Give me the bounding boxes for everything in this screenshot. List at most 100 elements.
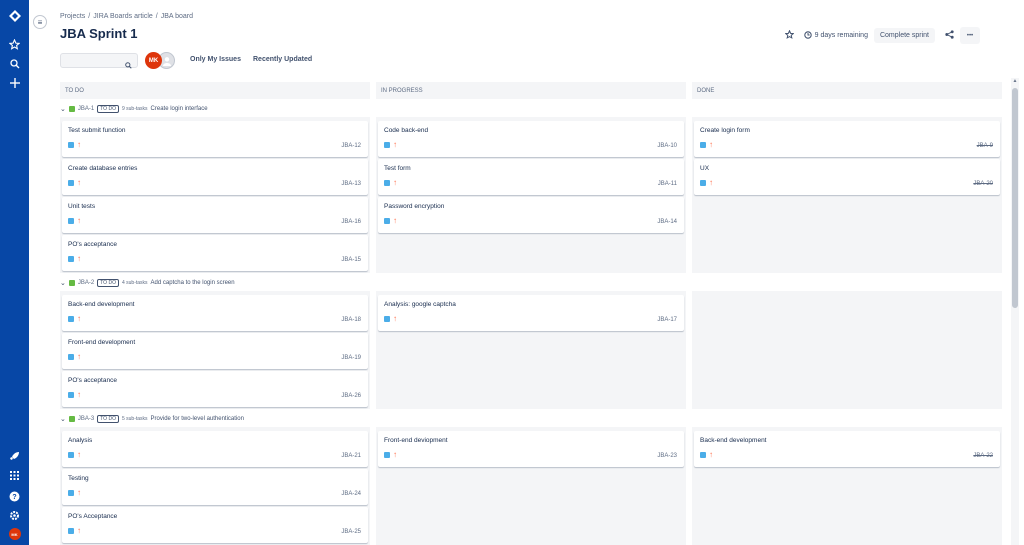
issue-card[interactable]: Code back-end ↑ JBA-10: [378, 121, 684, 157]
card-key[interactable]: JBA-17: [657, 317, 677, 323]
status-lozenge: TO DO: [97, 415, 119, 423]
subtask-icon: [384, 316, 390, 322]
card-key[interactable]: JBA-10: [657, 143, 677, 149]
story-icon: [68, 106, 75, 112]
more-actions-button[interactable]: •••: [960, 27, 980, 44]
card-key[interactable]: JBA-19: [341, 355, 361, 361]
chevron-down-icon[interactable]: ⌄: [60, 105, 66, 113]
subtask-icon: [68, 180, 74, 186]
card-title: PO's acceptance: [68, 241, 117, 248]
share-icon[interactable]: [945, 30, 954, 41]
issue-card[interactable]: Create database entries ↑ JBA-13: [62, 159, 368, 195]
recently-updated-filter[interactable]: Recently Updated: [253, 56, 312, 63]
swimlane-header[interactable]: ⌄ JBA-1 TO DO 9 sub-tasks Create login i…: [60, 105, 208, 113]
subtask-icon: [68, 256, 74, 262]
subtask-count: 5 sub-tasks: [121, 416, 148, 422]
settings-gear-icon[interactable]: [0, 510, 29, 521]
only-my-issues-filter[interactable]: Only My Issues: [190, 56, 241, 63]
assignee-avatar-mk[interactable]: MK: [145, 52, 162, 69]
breadcrumb-board[interactable]: JBA board: [161, 13, 193, 20]
issue-card[interactable]: Back-end development ↑ JBA-22: [694, 431, 1000, 467]
svg-text:?: ?: [12, 494, 16, 501]
search-icon[interactable]: [0, 59, 29, 69]
subtask-icon: [700, 180, 706, 186]
swimlane-header[interactable]: ⌄ JBA-3 TO DO 5 sub-tasks Provide for tw…: [60, 415, 244, 423]
swimlane-summary: Add captcha to the login screen: [150, 280, 235, 286]
card-key[interactable]: JBA-15: [341, 257, 361, 263]
swimlane-key[interactable]: JBA-2: [78, 280, 94, 286]
priority-arrow-up-icon: ↑: [77, 488, 81, 497]
help-icon[interactable]: ?: [0, 491, 29, 502]
issue-card[interactable]: Analysis ↑ JBA-21: [62, 431, 368, 467]
scroll-up-arrow-icon[interactable]: ▲: [1011, 78, 1019, 86]
chevron-down-icon[interactable]: ⌄: [60, 279, 66, 287]
issue-card[interactable]: Front-end development ↑ JBA-19: [62, 333, 368, 369]
card-key[interactable]: JBA-12: [341, 143, 361, 149]
issue-card[interactable]: Create login form ↑ JBA-9: [694, 121, 1000, 157]
priority-arrow-up-icon: ↑: [77, 216, 81, 225]
avatar-initials: MK: [148, 57, 159, 64]
issue-card[interactable]: Back-end development ↑ JBA-18: [62, 295, 368, 331]
card-key[interactable]: JBA-11: [658, 181, 677, 187]
card-title: Back-end development: [700, 437, 767, 444]
column-header-todo: TO DO: [60, 82, 370, 99]
issue-card[interactable]: Test submit function ↑ JBA-12: [62, 121, 368, 157]
app-switcher-icon[interactable]: [0, 471, 29, 480]
card-title: Create database entries: [68, 165, 138, 172]
sprint-header-actions: 9 days remaining Complete sprint •••: [784, 27, 980, 44]
star-icon[interactable]: [0, 39, 29, 50]
issue-card[interactable]: PO's acceptance ↑ JBA-15: [62, 235, 368, 271]
issue-card[interactable]: Testing ↑ JBA-24: [62, 469, 368, 505]
jira-logo-icon[interactable]: [0, 10, 29, 22]
subtask-icon: [700, 452, 706, 458]
more-icon: •••: [966, 32, 974, 39]
chevron-down-icon[interactable]: ⌄: [60, 415, 66, 423]
star-board-icon[interactable]: [784, 29, 795, 41]
issue-card[interactable]: UX ↑ JBA-20: [694, 159, 1000, 195]
person-icon: [162, 56, 171, 66]
card-title: Code back-end: [384, 127, 429, 134]
breadcrumb-projects[interactable]: Projects: [60, 13, 85, 20]
card-key[interactable]: JBA-21: [341, 453, 361, 459]
card-key[interactable]: JBA-16: [341, 219, 361, 225]
board-scrollbar[interactable]: ▲: [1011, 78, 1019, 545]
swimlane-header[interactable]: ⌄ JBA-2 TO DO 4 sub-tasks Add captcha to…: [60, 279, 235, 287]
card-key[interactable]: JBA-14: [657, 219, 677, 225]
subtask-icon: [68, 316, 74, 322]
priority-arrow-up-icon: ↑: [393, 140, 397, 149]
subtask-icon: [68, 218, 74, 224]
complete-sprint-button[interactable]: Complete sprint: [873, 28, 935, 43]
create-plus-icon[interactable]: [0, 78, 29, 88]
rocket-icon[interactable]: [0, 451, 29, 461]
issue-card[interactable]: Front-end deviopment ↑ JBA-23: [378, 431, 684, 467]
subtask-icon: [384, 452, 390, 458]
profile-avatar[interactable]: MK: [0, 528, 29, 540]
card-key[interactable]: JBA-20: [973, 181, 993, 187]
column-header-in-progress: IN PROGRESS: [376, 82, 686, 99]
priority-arrow-up-icon: ↑: [77, 140, 81, 149]
card-key[interactable]: JBA-9: [977, 143, 993, 149]
collapse-sidebar-button[interactable]: ≡: [33, 15, 47, 29]
issue-card[interactable]: Unit tests ↑ JBA-16: [62, 197, 368, 233]
card-key[interactable]: JBA-26: [341, 393, 361, 399]
issue-card[interactable]: Test form ↑ JBA-11: [378, 159, 684, 195]
subtask-icon: [700, 142, 706, 148]
card-key[interactable]: JBA-18: [341, 317, 361, 323]
swimlane-key[interactable]: JBA-3: [78, 416, 94, 422]
card-key[interactable]: JBA-22: [973, 453, 993, 459]
issue-card[interactable]: Analysis: google captcha ↑ JBA-17: [378, 295, 684, 331]
status-lozenge: TO DO: [97, 105, 119, 113]
card-key[interactable]: JBA-25: [341, 529, 361, 535]
issue-card[interactable]: PO's acceptance ↑ JBA-26: [62, 371, 368, 407]
subtask-icon: [384, 142, 390, 148]
issue-card[interactable]: PO's Acceptance ↑ JBA-25: [62, 507, 368, 543]
issue-card[interactable]: Password encryption ↑ JBA-14: [378, 197, 684, 233]
swimlane-key[interactable]: JBA-1: [78, 106, 94, 112]
search-input[interactable]: [60, 53, 138, 69]
priority-arrow-up-icon: ↑: [393, 178, 397, 187]
scrollbar-thumb[interactable]: [1012, 88, 1018, 308]
card-key[interactable]: JBA-24: [341, 491, 361, 497]
breadcrumb-project[interactable]: JIRA Boards article: [93, 13, 153, 20]
card-key[interactable]: JBA-13: [341, 181, 361, 187]
card-key[interactable]: JBA-23: [657, 453, 677, 459]
